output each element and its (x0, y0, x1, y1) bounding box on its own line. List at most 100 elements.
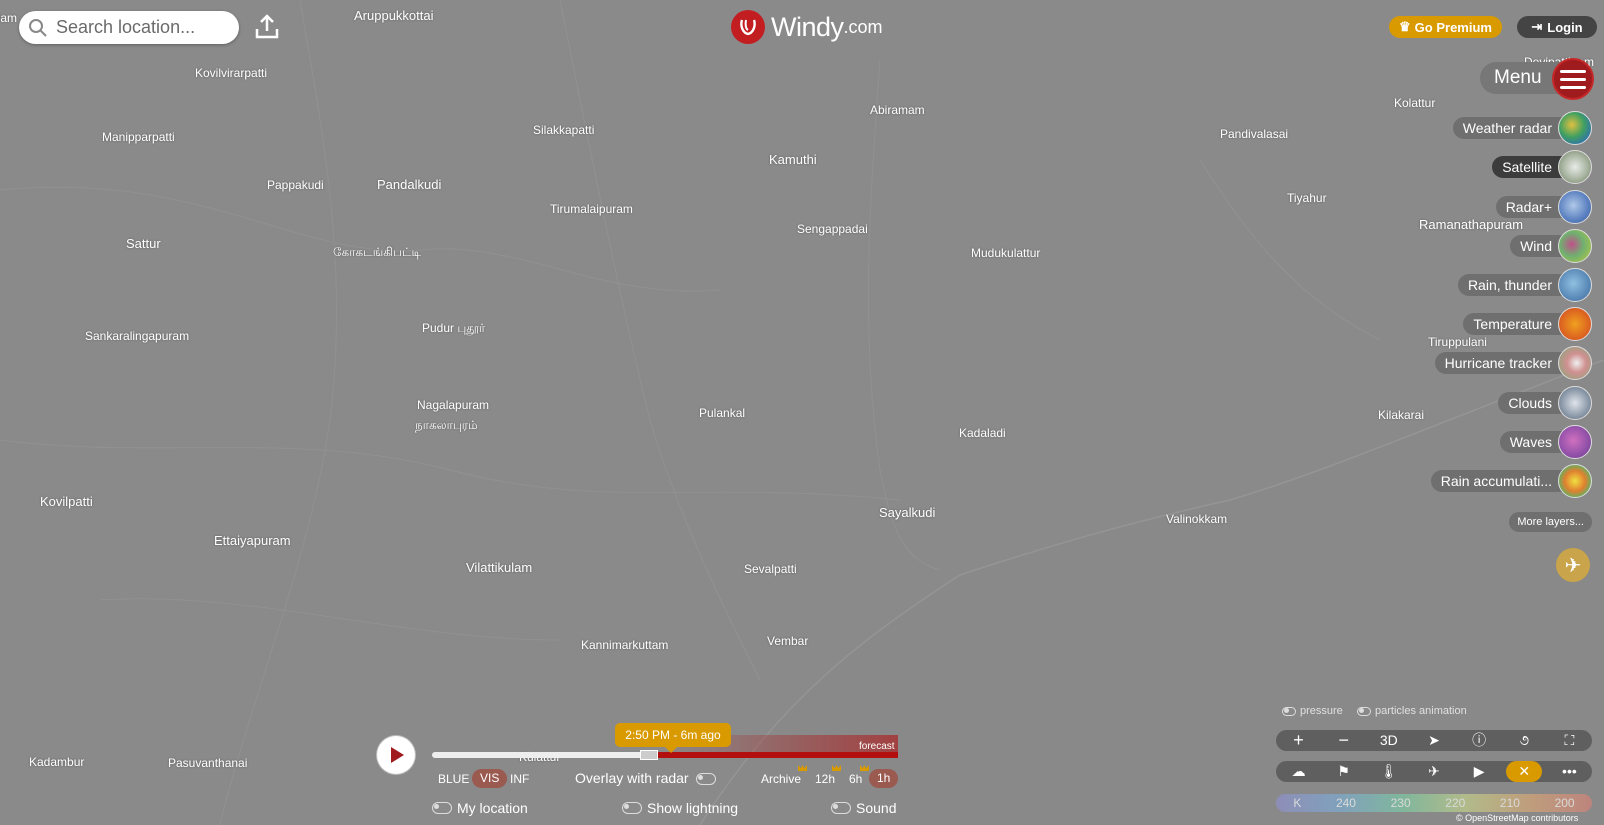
place-label: Kannimarkuttam (581, 638, 669, 652)
forecast-label: forecast (859, 741, 895, 752)
sound-toggle[interactable] (831, 802, 851, 814)
airplane-icon[interactable]: ✈ (1416, 761, 1452, 782)
search-box[interactable] (19, 11, 239, 44)
band-vis[interactable]: VIS (472, 769, 508, 788)
zoom-out-button[interactable]: − (1326, 730, 1362, 751)
3d-button[interactable]: 3D (1371, 730, 1407, 751)
place-label: Pandalkudi (377, 177, 442, 192)
clouds-icon (1558, 386, 1592, 420)
place-label: Ettaiyapuram (214, 533, 291, 548)
flag-icon[interactable]: ⚑ (1326, 761, 1362, 782)
pressure-label: pressure (1300, 705, 1343, 717)
premium-label: Go Premium (1414, 19, 1492, 35)
layer-rain-thunder[interactable]: Rain, thunder (1457, 268, 1592, 302)
hurricane-swirl-icon[interactable]: ૭ (1506, 730, 1542, 751)
airport-button[interactable]: ✈ (1556, 548, 1590, 582)
place-label: Vembar (767, 634, 809, 648)
layer-clouds[interactable]: Clouds (1498, 386, 1592, 420)
place-label: Tiyahur (1287, 191, 1327, 205)
login-label: Login (1547, 19, 1583, 35)
weather-sun-cloud-icon[interactable]: ☁ (1281, 761, 1317, 782)
map-controls-bar: + − 3D ➤ ⓘ ૭ ⛶ (1276, 730, 1592, 751)
thermometer-icon[interactable]: 🌡︎ (1371, 761, 1407, 782)
camera-icon[interactable]: ▶ (1461, 761, 1497, 782)
place-label: Vilattikulam (466, 560, 533, 575)
place-label: Abiramam (870, 103, 925, 117)
layer-hurricane-tracker[interactable]: Hurricane tracker (1434, 346, 1592, 380)
scale-unit: K (1293, 796, 1302, 810)
login-button[interactable]: ⇥ Login (1517, 16, 1597, 38)
play-button[interactable] (377, 736, 415, 774)
interval-6h[interactable]: 6h (849, 772, 862, 786)
particles-label: particles animation (1375, 705, 1467, 717)
close-icon[interactable]: ✕ (1506, 761, 1543, 782)
overlay-radar-label: Overlay with radar (575, 770, 689, 786)
place-label: Kilakarai (1378, 408, 1425, 422)
share-button[interactable] (252, 12, 282, 42)
info-icon[interactable]: ⓘ (1461, 730, 1497, 751)
toggle-icon (1357, 706, 1371, 716)
scale-tick: 200 (1554, 796, 1575, 810)
play-icon (391, 747, 404, 763)
place-label: நாகலாபுரம் (415, 418, 478, 432)
logo-text: Windy (771, 11, 844, 42)
place-label: Pulankal (699, 406, 746, 420)
place-label: Kamuthi (769, 152, 817, 167)
layer-label: Weather radar (1452, 117, 1574, 139)
place-label: Sattur (126, 236, 161, 251)
pressure-toggle[interactable]: pressure (1282, 705, 1343, 717)
zoom-in-button[interactable]: + (1281, 730, 1317, 751)
windy-logo[interactable]: Windy .com (731, 10, 883, 44)
hurricane-icon (1558, 346, 1592, 380)
map-canvas[interactable] (0, 0, 1604, 825)
layer-temperature[interactable]: Temperature (1463, 307, 1592, 341)
particles-animation-toggle[interactable]: particles animation (1357, 705, 1467, 717)
scale-tick: 240 (1335, 796, 1356, 810)
weather-radar-icon (1558, 111, 1592, 145)
layer-rain-accumulation[interactable]: Rain accumulati... (1430, 464, 1592, 498)
place-label: Aruppukkottai (354, 8, 434, 23)
locate-icon[interactable]: ➤ (1416, 730, 1452, 751)
place-label: Pappakudi (267, 178, 324, 192)
menu-label: Menu (1494, 67, 1542, 88)
satellite-icon (1558, 150, 1592, 184)
band-inf[interactable]: INF (510, 772, 529, 786)
overlay-radar-toggle[interactable] (696, 773, 716, 785)
attribution[interactable]: © OpenStreetMap contributors (1456, 813, 1578, 823)
show-lightning-toggle[interactable] (622, 802, 642, 814)
place-label: Kadaladi (959, 426, 1006, 440)
time-tooltip: 2:50 PM - 6m ago (615, 723, 731, 753)
rain-thunder-icon (1558, 268, 1592, 302)
layer-satellite[interactable]: Satellite (1492, 150, 1592, 184)
interval-12h[interactable]: 12h (815, 772, 835, 786)
my-location-toggle[interactable] (432, 802, 452, 814)
waves-icon (1558, 425, 1592, 459)
go-premium-button[interactable]: ♛ Go Premium (1389, 16, 1502, 38)
interval-1h[interactable]: 1h (869, 769, 899, 788)
place-label: Pasuvanthanai (168, 756, 248, 770)
layer-wind[interactable]: Wind (1510, 229, 1592, 263)
rain-accumulation-icon (1558, 464, 1592, 498)
crown-icon: ♛ (1399, 19, 1411, 34)
place-label: Pandivalasai (1220, 127, 1289, 141)
show-lightning-label: Show lightning (647, 800, 739, 816)
archive-button[interactable]: Archive (761, 772, 801, 786)
layer-label: Rain accumulati... (1430, 470, 1574, 492)
place-label: Kolattur (1394, 96, 1436, 110)
scale-tick: 220 (1445, 796, 1466, 810)
search-input[interactable] (54, 16, 228, 39)
layer-weather-radar[interactable]: Weather radar (1452, 111, 1592, 145)
fullscreen-icon[interactable]: ⛶ (1551, 730, 1587, 751)
timeline-handle[interactable] (640, 750, 658, 760)
place-label: Mudukulattur (971, 246, 1041, 260)
temperature-icon (1558, 307, 1592, 341)
more-icon[interactable]: ••• (1551, 761, 1587, 782)
hamburger-menu-button[interactable] (1552, 58, 1594, 100)
layer-radar-plus[interactable]: Radar+ (1495, 190, 1592, 224)
place-label: Kovilvirarpatti (195, 66, 268, 80)
sound-label: Sound (856, 800, 897, 816)
layer-waves[interactable]: Waves (1499, 425, 1592, 459)
more-layers-button[interactable]: More layers... (1509, 512, 1592, 532)
band-blue[interactable]: BLUE (438, 772, 469, 786)
place-label: Tirumalaipuram (550, 202, 633, 216)
